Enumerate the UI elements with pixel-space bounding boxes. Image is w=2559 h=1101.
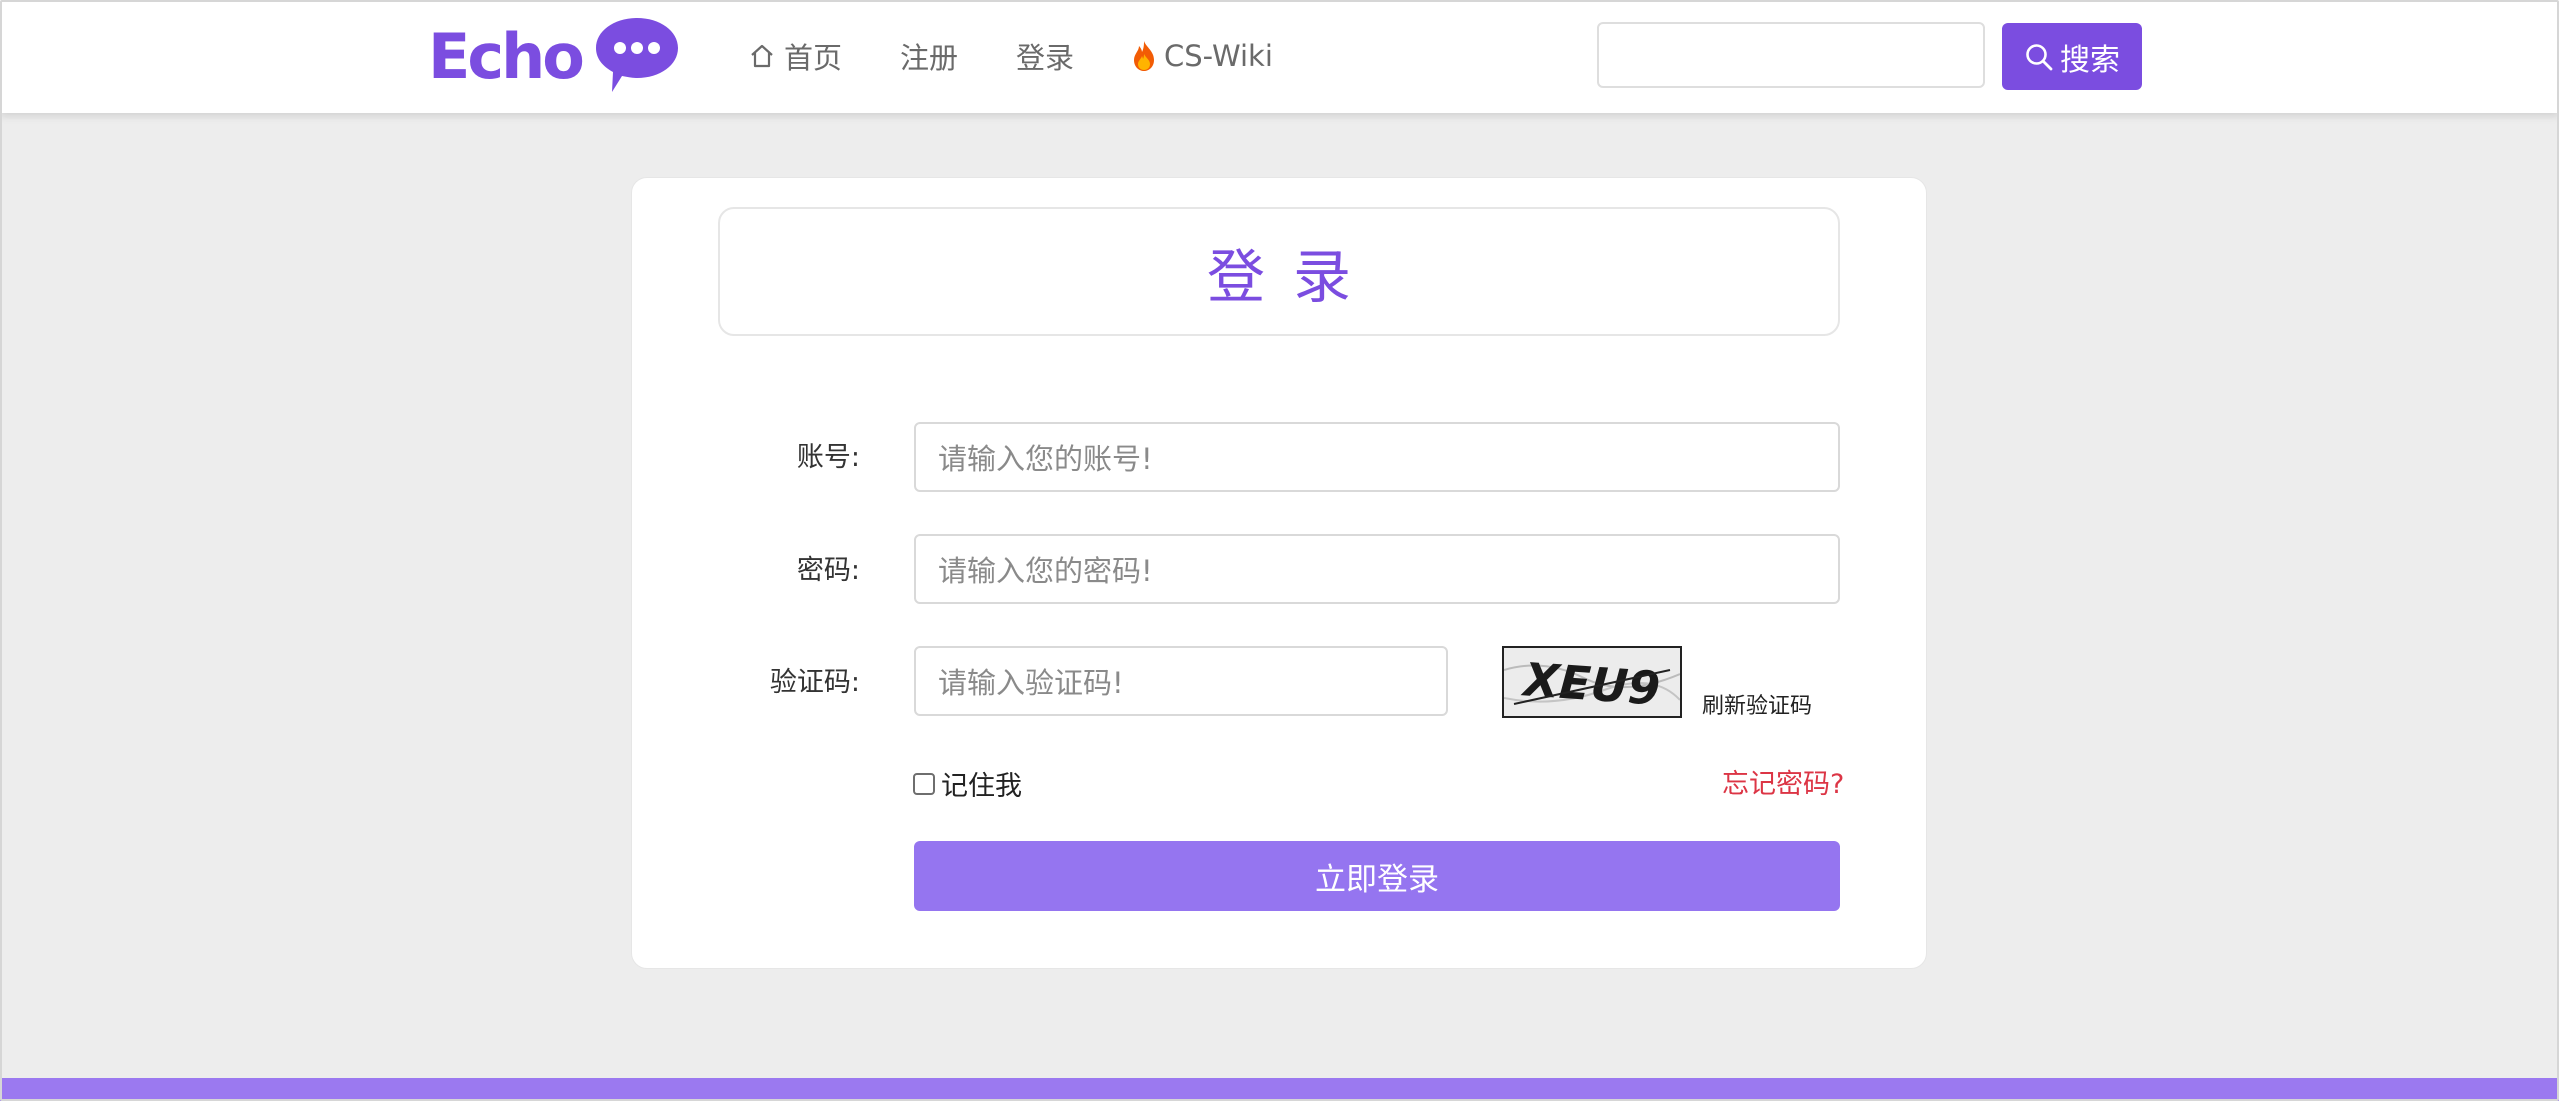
nav-login[interactable]: 登录 bbox=[1016, 30, 1074, 82]
captcha-label: 验证码: bbox=[769, 667, 860, 698]
fire-icon bbox=[1134, 41, 1154, 71]
chat-bubble-icon bbox=[595, 18, 678, 92]
login-submit-button[interactable]: 立即登录 bbox=[914, 841, 1840, 911]
search-button-label: 搜索 bbox=[2060, 42, 2120, 78]
nav-home[interactable]: 首页 bbox=[748, 30, 842, 82]
logo-text: Echo bbox=[428, 19, 585, 93]
search-icon bbox=[2026, 43, 2053, 70]
logo[interactable]: Echo bbox=[428, 16, 680, 96]
captcha-graphic: XEU9 bbox=[1504, 648, 1680, 716]
password-input[interactable]: 请输入您的密码! bbox=[914, 534, 1840, 604]
forgot-password-link[interactable]: 忘记密码? bbox=[1722, 762, 1844, 801]
captcha-input[interactable]: 请输入验证码! bbox=[914, 646, 1448, 716]
nav-register-label: 注册 bbox=[900, 41, 959, 75]
nav-login-label: 登录 bbox=[1016, 41, 1075, 75]
refresh-captcha-link[interactable]: 刷新验证码 bbox=[1702, 688, 1812, 720]
captcha-placeholder: 请输入验证码! bbox=[938, 666, 1124, 700]
remember-me-checkbox[interactable] bbox=[913, 772, 935, 795]
captcha-image[interactable]: XEU9 bbox=[1502, 646, 1682, 718]
account-label: 账号: bbox=[796, 442, 860, 473]
search-button[interactable]: 搜索 bbox=[2002, 23, 2142, 90]
nav-cs-wiki[interactable]: CS-Wiki bbox=[1132, 30, 1273, 82]
captcha-text: XEU9 bbox=[1519, 652, 1662, 716]
search-input[interactable] bbox=[1597, 22, 1985, 88]
remember-me-label: 记住我 bbox=[941, 771, 1022, 802]
password-placeholder: 请输入您的密码! bbox=[938, 554, 1153, 588]
account-input[interactable]: 请输入您的账号! bbox=[914, 422, 1840, 492]
remember-me[interactable]: 记住我 bbox=[913, 764, 1022, 803]
login-title: 登录 bbox=[718, 207, 1840, 336]
password-label: 密码: bbox=[796, 555, 860, 586]
nav-register[interactable]: 注册 bbox=[900, 30, 958, 82]
top-navbar: Echo 首页 注册 登录 CS-Wiki 搜索 bbox=[0, 0, 2559, 113]
account-placeholder: 请输入您的账号! bbox=[938, 442, 1153, 476]
nav-wiki-label: CS-Wiki bbox=[1164, 39, 1273, 73]
footer-bar bbox=[0, 1078, 2559, 1101]
home-icon bbox=[751, 44, 773, 68]
nav-home-label: 首页 bbox=[784, 41, 843, 75]
